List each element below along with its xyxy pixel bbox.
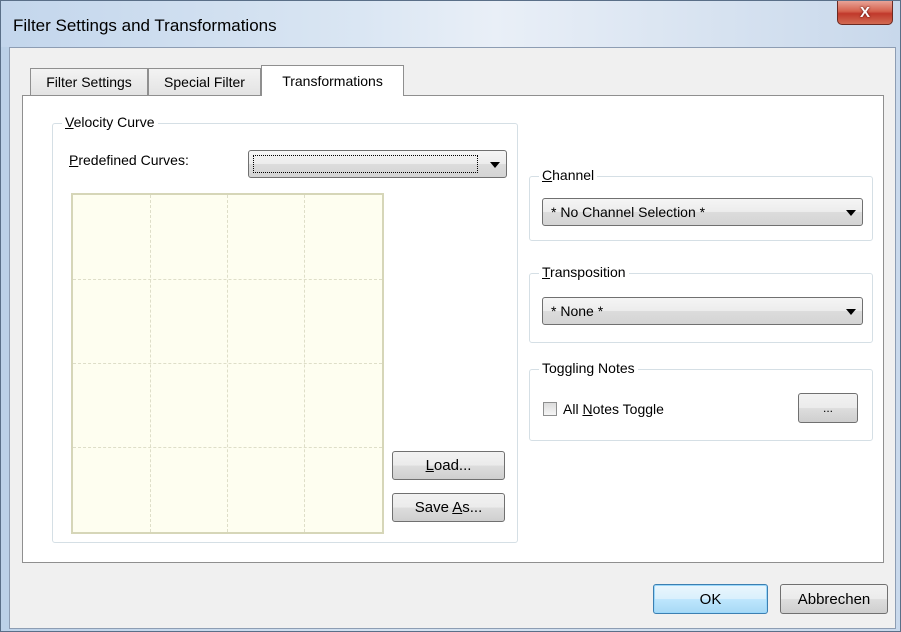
dropdown-arrow-icon (490, 162, 500, 168)
save-as-button[interactable]: Save As... (392, 493, 505, 522)
predefined-curves-dropdown[interactable] (248, 150, 507, 178)
tab-page-transformations: Velocity Curve Predefined Curves: Load..… (22, 95, 884, 563)
tab-label: Filter Settings (46, 74, 132, 90)
close-icon: X (859, 4, 870, 21)
channel-dropdown[interactable]: * No Channel Selection * (542, 198, 863, 226)
tab-label: Transformations (282, 73, 383, 89)
load-button[interactable]: Load... (392, 451, 505, 480)
cancel-button-label: Abbrechen (797, 590, 871, 608)
cancel-button[interactable]: Abbrechen (780, 584, 888, 614)
velocity-curve-editor[interactable] (71, 193, 384, 534)
tab-label: Special Filter (164, 74, 245, 90)
load-button-label: Load... (425, 457, 472, 474)
tab-special-filter[interactable]: Special Filter (148, 68, 261, 95)
tab-filter-settings[interactable]: Filter Settings (30, 68, 148, 95)
dialog-client-area: Filter Settings Special Filter Transform… (9, 47, 896, 629)
dropdown-arrow-icon (846, 309, 856, 315)
title-bar[interactable]: Filter Settings and Transformations X (1, 1, 900, 47)
save-as-button-label: Save As... (414, 499, 483, 516)
toggling-notes-browse-button[interactable]: ... (798, 393, 858, 423)
grid-line (73, 447, 382, 448)
browse-button-label: ... (822, 401, 833, 415)
channel-value: * No Channel Selection * (551, 204, 706, 220)
focus-rectangle (253, 155, 478, 173)
predefined-curves-label: Predefined Curves: (69, 152, 189, 168)
velocity-curve-group-label: Velocity Curve (62, 114, 158, 130)
grid-line (73, 279, 382, 280)
velocity-curve-group: Velocity Curve Predefined Curves: Load..… (52, 114, 518, 543)
window-title: Filter Settings and Transformations (13, 16, 277, 35)
transposition-value: * None * (551, 303, 604, 319)
transposition-dropdown[interactable]: * None * (542, 297, 863, 325)
all-notes-toggle-label[interactable]: All Notes Toggle (563, 401, 664, 417)
dropdown-arrow-icon (846, 210, 856, 216)
channel-group-label: Channel (539, 167, 598, 183)
grid-line (73, 363, 382, 364)
all-notes-toggle-checkbox[interactable] (543, 402, 557, 416)
dialog-window: Filter Settings and Transformations X Fi… (0, 0, 901, 632)
tab-transformations[interactable]: Transformations (261, 65, 404, 96)
ok-button[interactable]: OK (653, 584, 768, 614)
ok-button-label: OK (699, 590, 722, 608)
toggling-notes-group-label: Toggling Notes (539, 360, 638, 376)
transposition-group-label: Transposition (539, 264, 629, 280)
close-button[interactable]: X (837, 1, 893, 25)
